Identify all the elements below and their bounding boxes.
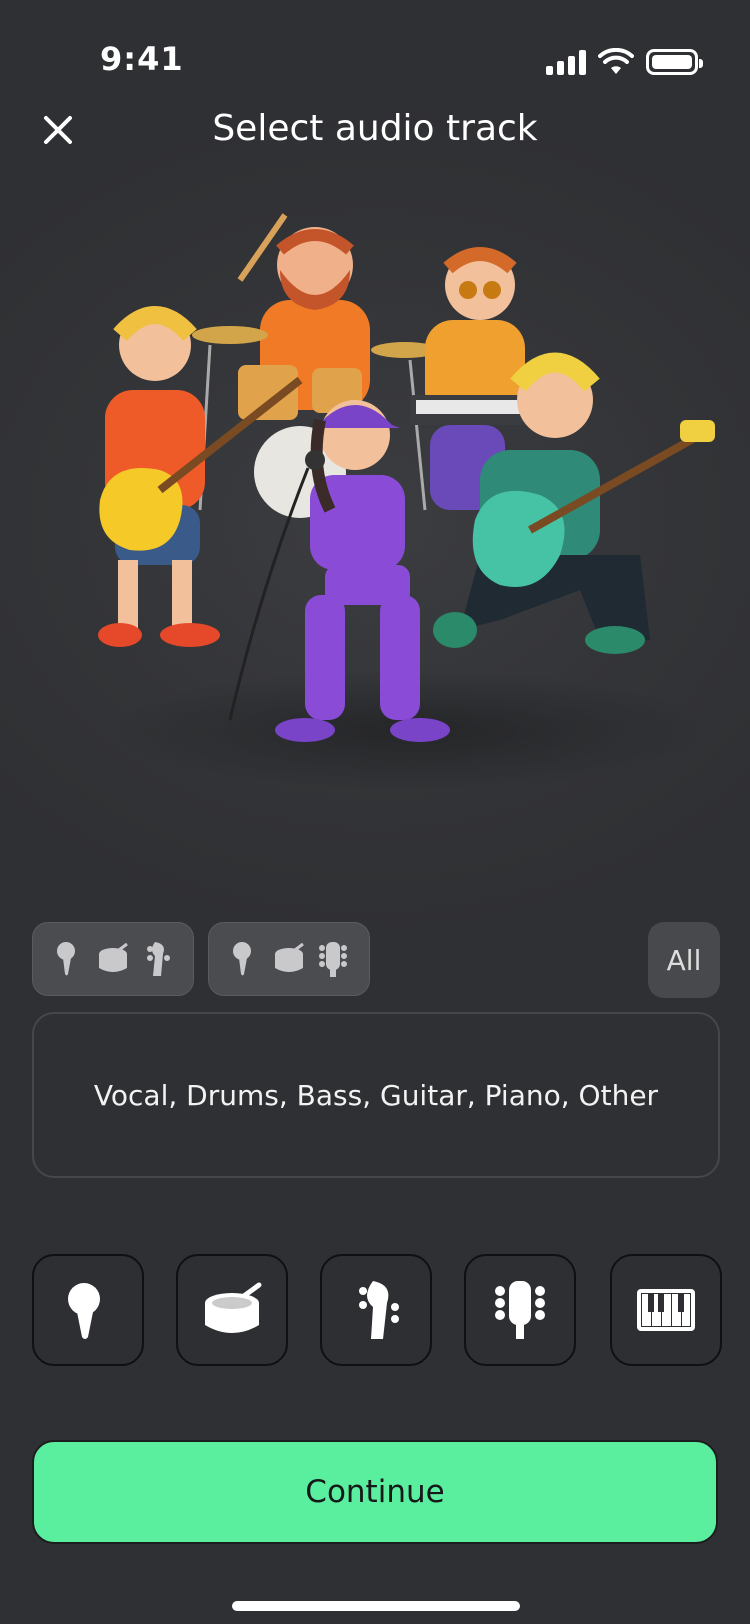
battery-icon (646, 49, 703, 75)
guitar-headstock-icon (319, 942, 347, 977)
bass-headstock-icon (147, 942, 170, 976)
cellular-signal-icon (546, 49, 586, 75)
all-tracks-button[interactable]: All (648, 922, 720, 998)
continue-button[interactable]: Continue (32, 1440, 718, 1544)
guitar-headstock-icon (495, 1281, 545, 1339)
home-indicator (232, 1601, 520, 1611)
selected-tracks-text: Vocal, Drums, Bass, Guitar, Piano, Other (93, 1078, 659, 1112)
wifi-icon (598, 48, 634, 74)
drum-icon (99, 942, 128, 972)
status-icons (546, 48, 703, 76)
preset-vocal-drums-guitar[interactable] (208, 922, 370, 996)
microphone-icon (57, 942, 75, 976)
microphone-icon (68, 1283, 100, 1339)
status-time: 9:41 (100, 40, 184, 78)
page-title: Select audio track (212, 108, 538, 149)
drum-icon (275, 942, 304, 972)
vocal-toggle[interactable] (32, 1254, 144, 1366)
drums-toggle[interactable] (176, 1254, 288, 1366)
status-bar: 9:41 (0, 0, 750, 110)
preset-vocal-drums-bass[interactable] (32, 922, 194, 996)
instrument-row (32, 1254, 722, 1366)
piano-toggle[interactable] (610, 1254, 722, 1366)
preset-row: All (32, 922, 720, 998)
selected-tracks-box: Vocal, Drums, Bass, Guitar, Piano, Other (32, 1012, 720, 1178)
guitar-toggle[interactable] (464, 1254, 576, 1366)
piano-icon (637, 1289, 695, 1331)
band-illustration (98, 213, 715, 790)
microphone-icon (233, 942, 251, 976)
drum-icon (205, 1282, 262, 1333)
bass-headstock-icon (359, 1281, 399, 1339)
bass-toggle[interactable] (320, 1254, 432, 1366)
